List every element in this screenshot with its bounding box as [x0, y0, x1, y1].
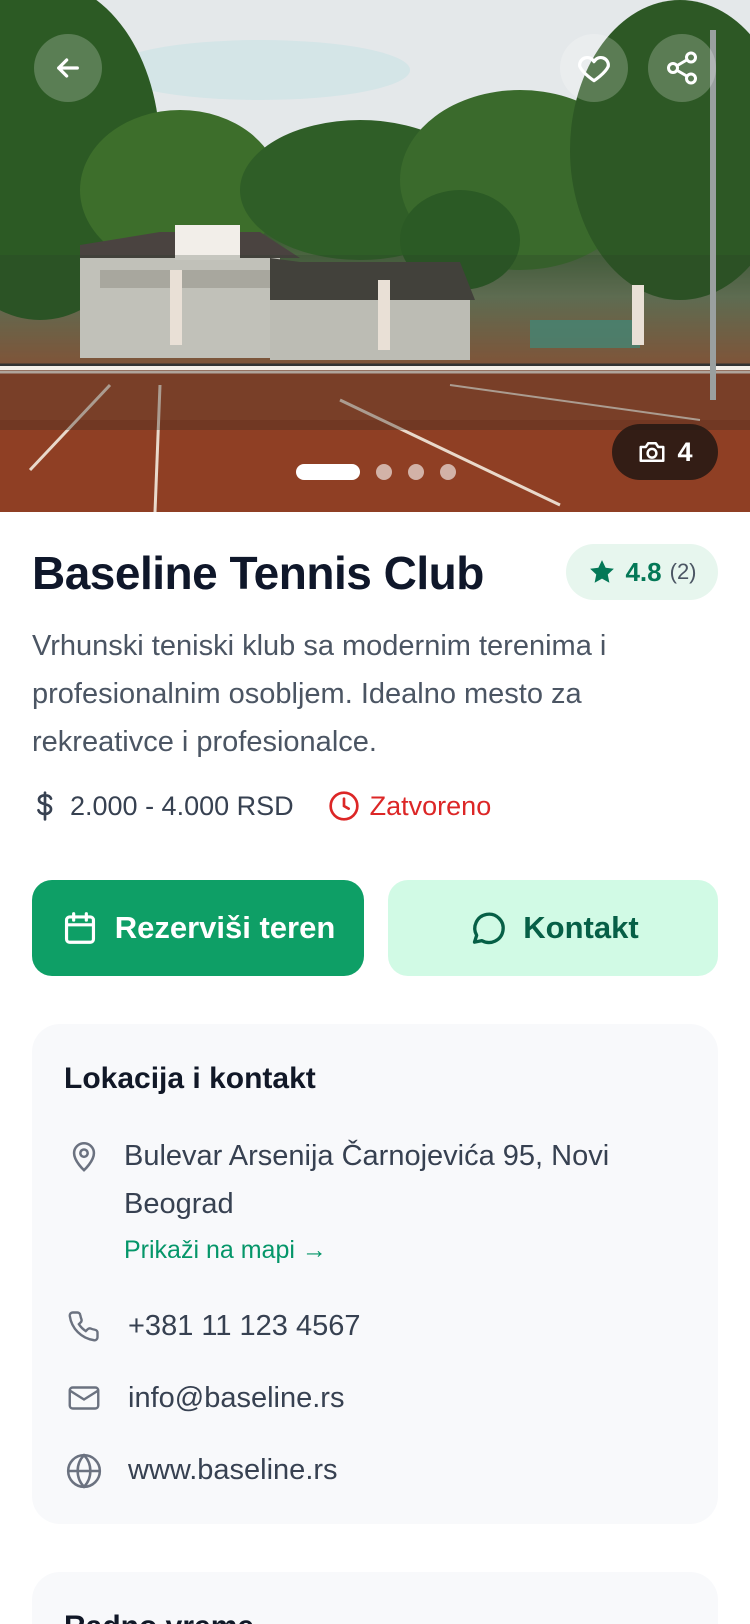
pagination-dot[interactable] — [376, 464, 392, 480]
mail-icon — [68, 1386, 100, 1410]
website-text: www.baseline.rs — [128, 1454, 338, 1486]
rating-badge[interactable]: 4.8 (2) — [566, 544, 718, 600]
contact-label: Kontakt — [523, 910, 639, 945]
status-text: Zatvoreno — [369, 790, 492, 821]
arrow-left-icon — [57, 58, 79, 78]
photo-count-badge[interactable]: 4 — [612, 424, 718, 480]
location-card-title: Lokacija i kontakt — [64, 1062, 316, 1095]
gallery-pagination[interactable] — [296, 464, 456, 480]
share-button[interactable] — [648, 34, 716, 102]
book-court-label: Rezerviši teren — [114, 910, 336, 945]
calendar-icon — [64, 912, 95, 944]
pagination-dot[interactable] — [440, 464, 456, 480]
book-court-button[interactable]: Rezerviši teren — [32, 880, 364, 976]
club-meta: 2.000 - 4.000 RSD Zatvoreno — [32, 790, 491, 822]
clock-icon — [328, 791, 359, 821]
dollar-icon — [37, 791, 53, 821]
share-icon — [667, 51, 697, 85]
open-status: Zatvoreno — [328, 790, 492, 822]
heart-icon — [578, 55, 610, 83]
hours-card-title: Radno vreme — [64, 1610, 254, 1624]
phone-icon — [68, 1311, 99, 1342]
hero-gallery[interactable]: 4 — [0, 0, 750, 512]
phone-text: +381 11 123 4567 — [128, 1310, 361, 1342]
working-hours-card: Radno vreme — [32, 1572, 718, 1624]
phone-row[interactable]: +381 11 123 4567 — [64, 1302, 361, 1350]
star-icon — [590, 560, 615, 583]
rating-value: 4.8 — [625, 556, 662, 587]
pagination-dot[interactable] — [408, 464, 424, 480]
contact-button[interactable]: Kontakt — [388, 880, 718, 976]
address-text: Bulevar Arsenija Čarnojevića 95, Novi Be… — [124, 1140, 610, 1220]
favorite-button[interactable] — [560, 34, 628, 102]
club-description: Vrhunski teniski klub sa modernim tereni… — [32, 630, 607, 758]
price-text: 2.000 - 4.000 RSD — [70, 790, 294, 821]
club-name: Baseline Tennis Club — [32, 547, 484, 599]
price-range: 2.000 - 4.000 RSD — [32, 790, 294, 822]
message-circle-icon — [473, 912, 506, 945]
email-row[interactable]: info@baseline.rs — [64, 1374, 344, 1422]
map-pin-icon — [72, 1141, 96, 1172]
globe-icon — [66, 1453, 102, 1489]
show-on-map-link[interactable]: Prikaži na mapi → — [124, 1236, 327, 1265]
email-text: info@baseline.rs — [128, 1382, 345, 1414]
back-button[interactable] — [34, 34, 102, 102]
camera-icon — [639, 442, 665, 462]
rating-count: (2) — [669, 559, 697, 584]
pagination-dot-active[interactable] — [296, 464, 360, 480]
location-contact-card: Lokacija i kontakt Bulevar Arsenija Čarn… — [32, 1024, 718, 1524]
website-row[interactable]: www.baseline.rs — [64, 1446, 338, 1494]
photo-count: 4 — [677, 436, 693, 467]
address-row: Bulevar Arsenija Čarnojevića 95, Novi Be… — [64, 1132, 644, 1228]
